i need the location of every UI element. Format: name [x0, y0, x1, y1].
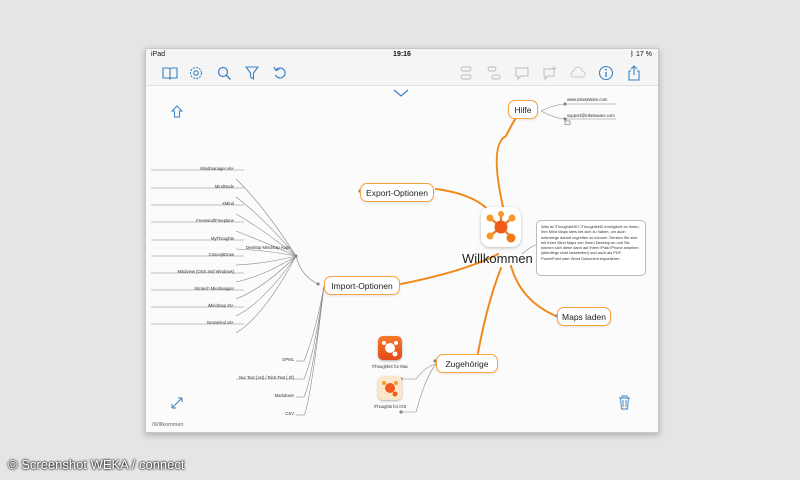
search-icon[interactable]: [214, 63, 234, 83]
trash-icon[interactable]: [618, 395, 631, 415]
home-up-icon[interactable]: [170, 105, 184, 124]
link-support-email[interactable]: support@toketaware.com: [567, 113, 615, 118]
label-desktop-group[interactable]: Desktop Mindmap Apps: [246, 245, 290, 250]
book-icon[interactable]: [160, 63, 180, 83]
note-description[interactable]: Was ist iThoughtsHD? iThoughtsHD ermögli…: [536, 220, 646, 276]
comment-add-icon[interactable]: [540, 63, 560, 83]
mindmap-canvas[interactable]: Willkommen Hilfe Export-Optionen Import-…: [146, 86, 658, 432]
node-maps-laden[interactable]: Maps laden: [557, 307, 611, 326]
battery-indicator: ᛒ 17 %: [629, 51, 652, 58]
status-bar: iPad 19:16 ᛒ 17 %: [146, 49, 658, 61]
desktop-app-item[interactable]: Mindview (OSX and Windows): [146, 269, 234, 274]
node-group-icon[interactable]: [456, 63, 476, 83]
format-item[interactable]: CSV: [206, 411, 294, 416]
share-icon[interactable]: [624, 63, 644, 83]
gear-icon[interactable]: [186, 63, 206, 83]
node-import-optionen[interactable]: Import-Optionen: [324, 276, 400, 295]
cloud-icon[interactable]: [568, 63, 588, 83]
node-zugehoerige[interactable]: Zugehörige: [436, 354, 498, 373]
ithoughtsx-icon[interactable]: [378, 336, 402, 360]
ithoughts-ios-icon[interactable]: [378, 376, 402, 400]
ipad-screen: iPad 19:16 ᛒ 17 % Willkommen Hilfe Expor…: [145, 48, 659, 433]
desktop-app-item[interactable]: Novamind v5+: [146, 320, 234, 325]
desktop-app-item[interactable]: Freemind/Freeplane: [146, 218, 234, 223]
filter-icon[interactable]: [242, 63, 262, 83]
node-hilfe[interactable]: Hilfe: [508, 100, 538, 119]
node-cluster-icon[interactable]: [484, 63, 504, 83]
desktop-app-item[interactable]: Simtech Mindmapper: [146, 286, 234, 291]
format-item[interactable]: Markdown: [206, 393, 294, 398]
center-node-title[interactable]: Willkommen: [462, 251, 533, 266]
label-ithoughtsx[interactable]: iThoughtsX for Mac: [370, 364, 410, 369]
undo-icon[interactable]: [270, 63, 290, 83]
node-export-optionen[interactable]: Export-Optionen: [360, 183, 434, 202]
clock: 19:16: [393, 51, 411, 58]
watermark-text: © Screenshot WEKA / connect: [8, 457, 185, 472]
info-icon[interactable]: [596, 63, 616, 83]
desktop-app-item[interactable]: MyThoughts: [146, 236, 234, 241]
desktop-app-item[interactable]: MindNode: [146, 184, 234, 189]
link-website[interactable]: www.toketaWare.com: [567, 97, 607, 102]
expand-icon[interactable]: [170, 396, 184, 415]
toolbar: [146, 61, 658, 86]
format-item[interactable]: Nur Text (.txt) / Rich-Text (.rtf): [206, 375, 294, 380]
center-app-icon[interactable]: [481, 207, 521, 247]
desktop-app-item[interactable]: ConceptDraw: [146, 252, 234, 257]
desktop-app-item[interactable]: XMind: [146, 201, 234, 206]
desktop-app-item[interactable]: iMindmap v5+: [146, 303, 234, 308]
comment-icon[interactable]: [512, 63, 532, 83]
format-item[interactable]: OPML: [206, 357, 294, 362]
desktop-app-item[interactable]: Mindmanager v6+: [146, 166, 234, 171]
label-ithoughts-ios[interactable]: iThoughts for iOS: [368, 404, 412, 409]
breadcrumb: /Willkommen: [152, 422, 184, 428]
